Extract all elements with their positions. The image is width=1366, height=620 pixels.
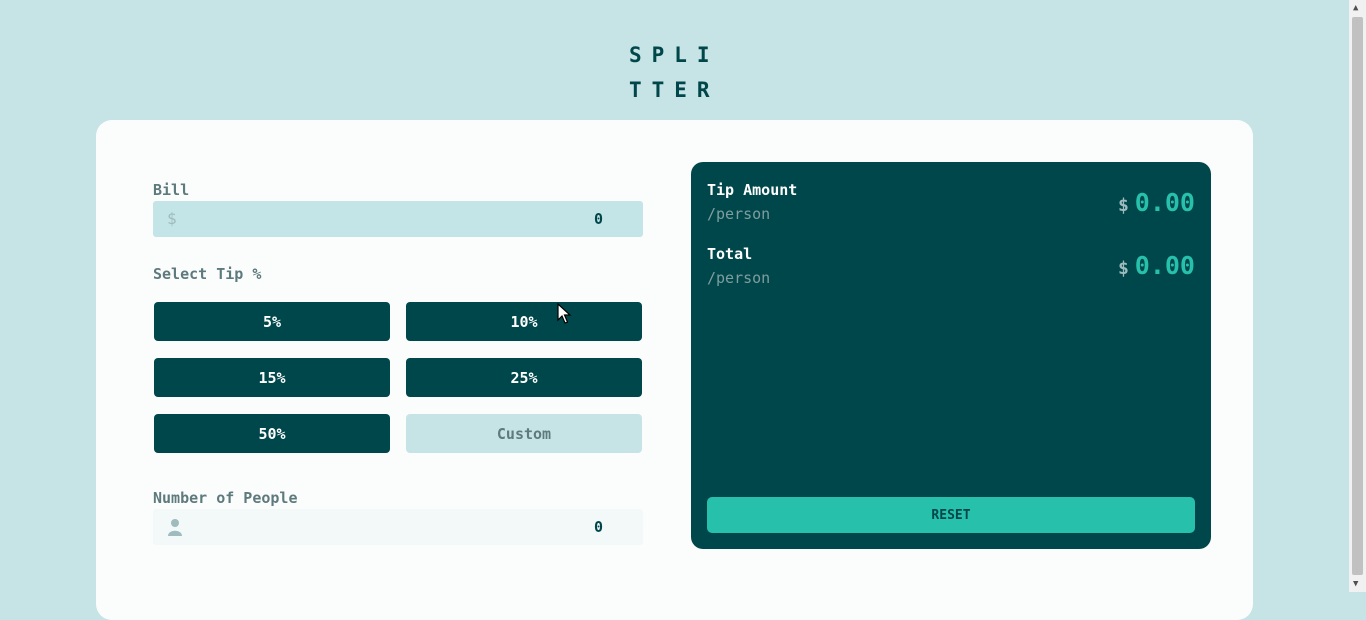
bill-input[interactable]: $ 0 xyxy=(153,201,643,237)
bill-value: 0 xyxy=(593,210,603,228)
reset-button[interactable]: RESET xyxy=(707,497,1195,533)
number-of-people-label: Number of People xyxy=(153,489,298,507)
total-display: $0.00 xyxy=(1118,251,1195,280)
tip-currency: $ xyxy=(1117,195,1129,216)
tip-15-button[interactable]: 15% xyxy=(154,358,390,397)
scrollbar-thumb[interactable] xyxy=(1352,17,1363,575)
scroll-down-arrow-icon[interactable]: ▼ xyxy=(1353,579,1358,589)
tip-amount-subtitle: /person xyxy=(707,205,771,223)
total-title: Total xyxy=(707,245,753,263)
app-logo: SPLI TTER xyxy=(629,38,739,108)
tip-25-button[interactable]: 25% xyxy=(406,358,642,397)
total-currency: $ xyxy=(1117,258,1129,279)
dollar-icon: $ xyxy=(167,209,177,228)
results-panel: Tip Amount /person $0.00 Total /person $… xyxy=(691,162,1211,549)
select-tip-label: Select Tip % xyxy=(153,265,262,283)
person-icon xyxy=(168,518,182,536)
tip-50-button[interactable]: 50% xyxy=(154,414,390,453)
people-value: 0 xyxy=(593,518,603,536)
tip-5-button[interactable]: 5% xyxy=(154,302,390,341)
total-value: 0.00 xyxy=(1134,251,1195,280)
tip-amount-title: Tip Amount xyxy=(707,181,798,199)
people-input[interactable]: 0 xyxy=(153,509,643,545)
tip-custom-input[interactable]: Custom xyxy=(406,414,642,453)
logo-line-1: SPLI xyxy=(629,43,720,67)
total-subtitle: /person xyxy=(707,269,771,287)
logo-line-2: TTER xyxy=(629,78,720,102)
bill-label: Bill xyxy=(153,181,190,199)
mouse-cursor-icon xyxy=(557,303,572,324)
tip-10-button[interactable]: 10% xyxy=(406,302,642,341)
scroll-up-arrow-icon[interactable]: ▲ xyxy=(1353,3,1358,13)
tip-amount-value: 0.00 xyxy=(1134,188,1195,217)
tip-amount-display: $0.00 xyxy=(1118,188,1195,217)
